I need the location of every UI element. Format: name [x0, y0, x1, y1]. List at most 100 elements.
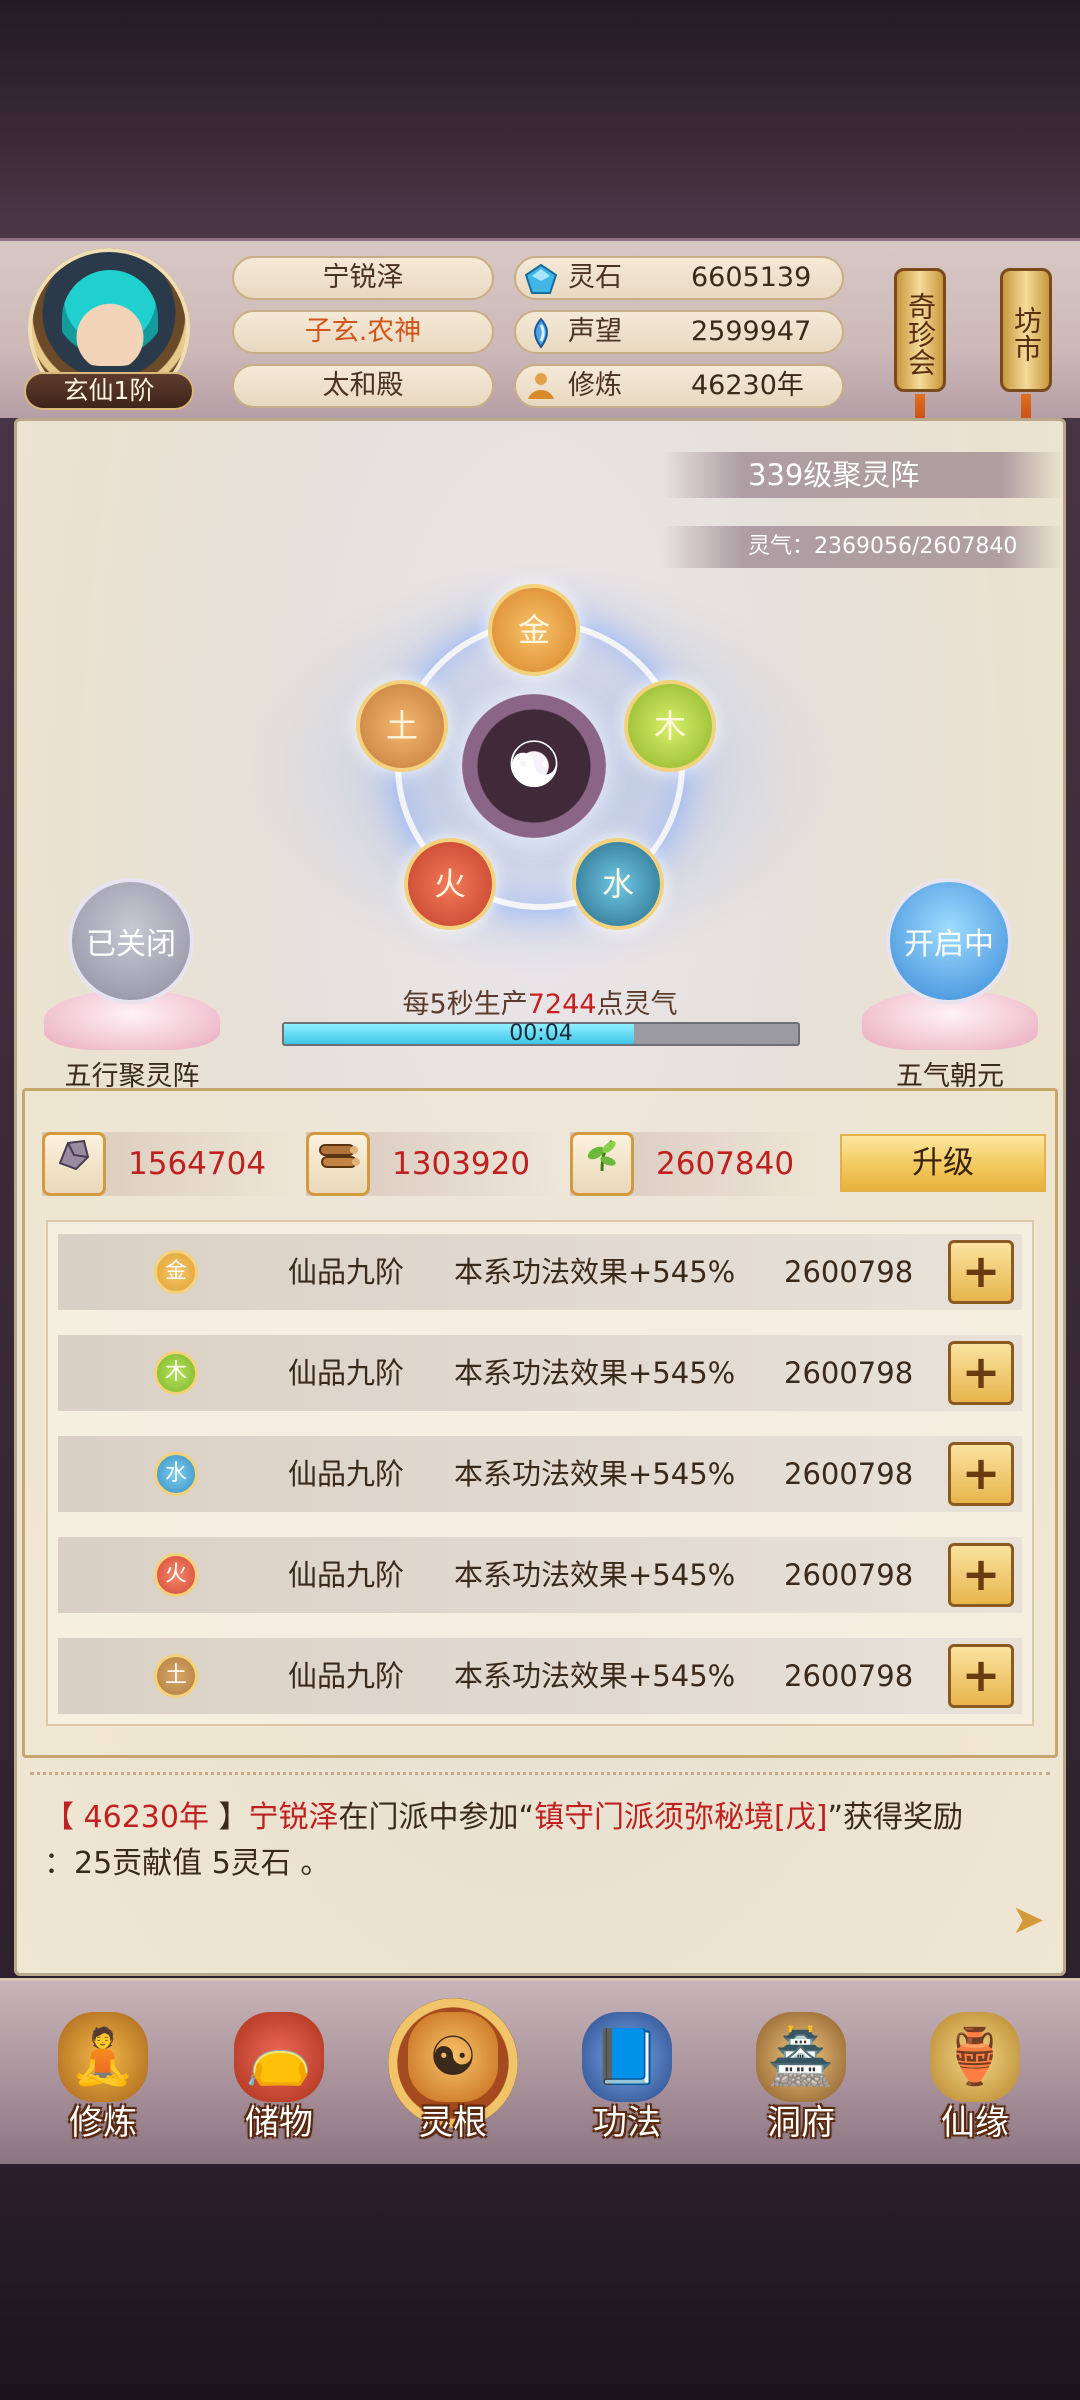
- element-effect: 本系功法效果+545%: [454, 1356, 736, 1390]
- player-title: 子玄.农神: [232, 310, 494, 354]
- herb-icon: [570, 1132, 634, 1196]
- log-year: 46230年: [74, 1800, 219, 1835]
- treasure-fair-button[interactable]: 奇珍会: [894, 268, 946, 392]
- progress-timer: 00:04: [509, 1021, 573, 1046]
- element-grade: 仙品九阶: [288, 1558, 405, 1592]
- resource-value: 46230年: [691, 370, 804, 401]
- element-orb-wood[interactable]: 木: [624, 680, 716, 772]
- five-elements-array-toggle[interactable]: 已关闭: [68, 878, 194, 1004]
- spirit-stone-icon: [524, 263, 558, 294]
- log-divider: [30, 1772, 1050, 1780]
- nav-label: 修炼: [69, 2103, 137, 2143]
- nav-label: 储物: [245, 2103, 313, 2143]
- nav-cultivate[interactable]: 🧘 修炼: [28, 1994, 178, 2154]
- element-cost: 2600798: [784, 1457, 914, 1491]
- element-orb-metal[interactable]: 金: [488, 584, 580, 676]
- element-cost: 2600798: [784, 1558, 914, 1592]
- material-ore: 1564704: [42, 1132, 292, 1196]
- nav-techniques[interactable]: 📘 功法: [552, 1994, 702, 2154]
- cultivate-icon: 🧘: [58, 2012, 148, 2102]
- resource-label: 灵石: [568, 262, 622, 293]
- nav-label: 功法: [593, 2103, 661, 2143]
- log-event-name: 镇守门派须弥秘境[戊]: [534, 1800, 828, 1835]
- element-effect: 本系功法效果+545%: [454, 1659, 736, 1693]
- player-hall: 太和殿: [232, 364, 494, 408]
- nav-fate[interactable]: 🏺 仙缘: [900, 1994, 1050, 2154]
- element-grade: 仙品九阶: [288, 1659, 405, 1693]
- production-amount: 7244: [527, 989, 597, 1020]
- metal-seal-icon: 金: [154, 1250, 198, 1294]
- nav-label: 洞府: [767, 2103, 835, 2143]
- expand-arrow-icon[interactable]: ➤: [1004, 1896, 1052, 1944]
- fate-gourd-icon: 🏺: [930, 2012, 1020, 2102]
- ore-icon: [42, 1132, 106, 1196]
- material-count: 1564704: [128, 1146, 267, 1182]
- earth-seal-icon: 土: [154, 1654, 198, 1698]
- nav-label: 仙缘: [941, 2103, 1009, 2143]
- element-orb-earth[interactable]: 土: [356, 680, 448, 772]
- resource-value: 6605139: [691, 262, 812, 293]
- material-herb: 2607840: [570, 1132, 820, 1196]
- add-button[interactable]: +: [948, 1341, 1014, 1405]
- cultivation-icon: [528, 373, 554, 399]
- production-prefix: 每5秒生产: [402, 989, 528, 1020]
- nav-cave[interactable]: 🏯 洞府: [726, 1994, 876, 2154]
- production-suffix: 点灵气: [596, 989, 678, 1020]
- add-button[interactable]: +: [948, 1644, 1014, 1708]
- resource-value: 2599947: [691, 316, 812, 347]
- material-count: 1303920: [392, 1146, 531, 1182]
- material-count: 2607840: [656, 1146, 795, 1182]
- element-row-metal: 金 仙品九阶 本系功法效果+545% 2600798 +: [58, 1234, 1022, 1310]
- water-seal-icon: 水: [154, 1452, 198, 1496]
- element-grade: 仙品九阶: [288, 1255, 405, 1289]
- storage-bag-icon: 👝: [234, 2012, 324, 2102]
- five-qi-toggle[interactable]: 开启中: [886, 878, 1012, 1004]
- log-text: ”获得奖励: [827, 1800, 964, 1835]
- element-cost: 2600798: [784, 1659, 914, 1693]
- event-log-line: 【 46230年 】宁锐泽在门派中参加“镇守门派须弥秘境[戊]”获得奖励: [44, 1796, 1044, 1840]
- log-bracket: 【: [44, 1800, 74, 1835]
- market-button[interactable]: 坊市: [1000, 268, 1052, 392]
- yin-yang-icon: ☯: [505, 729, 563, 803]
- avatar-portrait: [62, 270, 158, 366]
- add-button[interactable]: +: [948, 1240, 1014, 1304]
- fire-seal-icon: 火: [154, 1553, 198, 1597]
- production-progress-bar: 00:04: [282, 1022, 800, 1046]
- element-effect: 本系功法效果+545%: [454, 1558, 736, 1592]
- resource-reputation: 声望 2599947: [514, 310, 844, 354]
- wood-logs-icon: [306, 1132, 370, 1196]
- add-button[interactable]: +: [948, 1442, 1014, 1506]
- element-grade: 仙品九阶: [288, 1356, 405, 1390]
- log-bracket: 】: [218, 1800, 249, 1835]
- formation-level: 339级聚灵阵: [662, 452, 1062, 498]
- spirit-root-icon: ☯: [408, 2012, 498, 2102]
- upgrade-button[interactable]: 升级: [840, 1134, 1046, 1192]
- nav-storage[interactable]: 👝 储物: [204, 1994, 354, 2154]
- element-effect: 本系功法效果+545%: [454, 1457, 736, 1491]
- resource-cultivation: 修炼 46230年: [514, 364, 844, 408]
- element-row-earth: 土 仙品九阶 本系功法效果+545% 2600798 +: [58, 1638, 1022, 1714]
- element-cost: 2600798: [784, 1255, 914, 1289]
- scripture-book-icon: 📘: [582, 2012, 672, 2102]
- add-button[interactable]: +: [948, 1543, 1014, 1607]
- log-player-name: 宁锐泽: [248, 1800, 339, 1835]
- resource-label: 修炼: [568, 370, 622, 401]
- resource-label: 声望: [568, 316, 622, 347]
- wood-seal-icon: 木: [154, 1351, 198, 1395]
- reputation-icon: [534, 317, 548, 349]
- nav-spirit-root[interactable]: ☯ 灵根: [378, 1994, 528, 2154]
- event-log-reward: ：25贡献值 5灵石 。: [44, 1846, 331, 1881]
- element-grade: 仙品九阶: [288, 1457, 405, 1491]
- element-cost: 2600798: [784, 1356, 914, 1390]
- player-name: 宁锐泽: [232, 256, 494, 300]
- element-effect: 本系功法效果+545%: [454, 1255, 736, 1289]
- material-wood: 1303920: [306, 1132, 556, 1196]
- element-orb-fire[interactable]: 火: [404, 838, 496, 930]
- element-row-water: 水 仙品九阶 本系功法效果+545% 2600798 +: [58, 1436, 1022, 1512]
- rank-badge: 玄仙1阶: [24, 372, 194, 410]
- cave-house-icon: 🏯: [756, 2012, 846, 2102]
- element-row-fire: 火 仙品九阶 本系功法效果+545% 2600798 +: [58, 1537, 1022, 1613]
- element-orb-water[interactable]: 水: [572, 838, 664, 930]
- resource-spirit-stone: 灵石 6605139: [514, 256, 844, 300]
- element-row-wood: 木 仙品九阶 本系功法效果+545% 2600798 +: [58, 1335, 1022, 1411]
